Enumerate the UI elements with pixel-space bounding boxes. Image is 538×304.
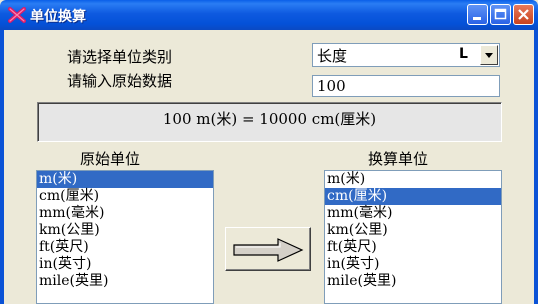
list-item[interactable]: mile(英里) bbox=[325, 273, 501, 290]
chevron-down-icon bbox=[485, 53, 493, 58]
close-button[interactable] bbox=[513, 4, 534, 25]
window-frame-right bbox=[534, 30, 538, 304]
minimize-icon bbox=[473, 17, 481, 20]
convert-button[interactable] bbox=[225, 227, 311, 271]
list-item[interactable]: mm(毫米) bbox=[37, 205, 213, 222]
category-label: 请选择单位类别 bbox=[67, 48, 173, 66]
result-display: 100 m(米) = 10000 cm(厘米) bbox=[37, 102, 502, 142]
maximize-icon bbox=[494, 8, 507, 20]
category-value: 长度 bbox=[317, 47, 348, 65]
maximize-button[interactable] bbox=[490, 4, 511, 25]
list-item[interactable]: m(米) bbox=[37, 171, 213, 188]
unit-category-select[interactable]: 长度 L bbox=[312, 43, 500, 67]
window-frame-left bbox=[0, 30, 4, 304]
category-code: L bbox=[459, 46, 468, 62]
list-item[interactable]: cm(厘米) bbox=[37, 188, 213, 205]
raw-value-input[interactable] bbox=[312, 75, 500, 97]
list-item[interactable]: in(英寸) bbox=[37, 256, 213, 273]
list-item[interactable]: km(公里) bbox=[325, 222, 501, 239]
target-unit-label: 换算单位 bbox=[368, 150, 429, 168]
minimize-button[interactable] bbox=[467, 4, 488, 25]
arrow-right-icon bbox=[233, 238, 304, 262]
close-icon bbox=[518, 9, 529, 20]
result-text: 100 m(米) = 10000 cm(厘米) bbox=[162, 110, 377, 128]
dropdown-button[interactable] bbox=[480, 45, 498, 65]
input-label: 请输入原始数据 bbox=[67, 72, 173, 90]
window-title: 单位换算 bbox=[30, 9, 86, 25]
list-item[interactable]: mm(毫米) bbox=[325, 205, 501, 222]
target-unit-list[interactable]: m(米) cm(厘米) mm(毫米) km(公里) ft(英尺) in(英寸) mile(英… bbox=[324, 170, 502, 304]
list-item[interactable]: ft(英尺) bbox=[37, 239, 213, 256]
list-item[interactable]: cm(厘米) bbox=[325, 188, 501, 205]
list-item[interactable]: km(公里) bbox=[37, 222, 213, 239]
list-item[interactable]: mile(英里) bbox=[37, 273, 213, 290]
title-bar[interactable]: 单位换算 bbox=[0, 0, 538, 30]
unit-converter-window: 单位换算 请选择单位类别 请输入原始数据 长度 L 100 m(米) = 100… bbox=[0, 0, 538, 304]
source-unit-list[interactable]: m(米) cm(厘米) mm(毫米) km(公里) ft(英尺) in(英寸) mile(英… bbox=[36, 170, 214, 304]
list-item[interactable]: in(英寸) bbox=[325, 256, 501, 273]
list-item[interactable]: ft(英尺) bbox=[325, 239, 501, 256]
source-unit-label: 原始单位 bbox=[80, 150, 141, 168]
app-x-icon bbox=[8, 7, 26, 23]
list-item[interactable]: m(米) bbox=[325, 171, 501, 188]
